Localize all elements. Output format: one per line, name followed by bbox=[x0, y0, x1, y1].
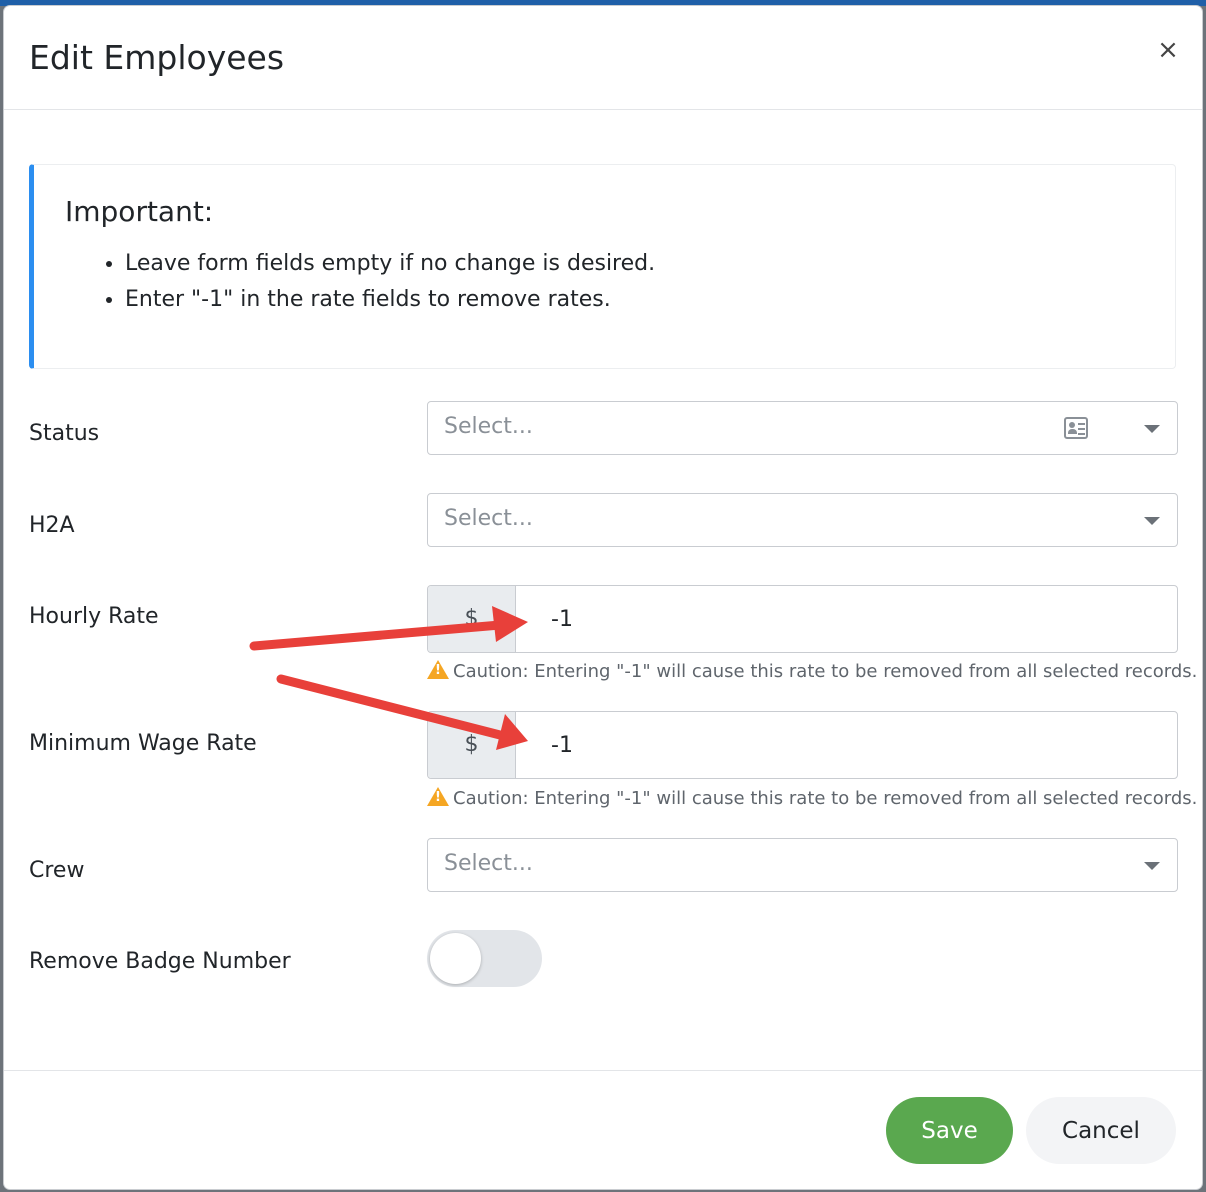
crew-placeholder: Select... bbox=[444, 851, 533, 876]
minimum-wage-rate-caution: ! Caution: Entering "-1" will cause this … bbox=[427, 787, 1197, 809]
modal-header: Edit Employees × bbox=[4, 6, 1202, 110]
important-callout: Important: Leave form fields empty if no… bbox=[29, 164, 1176, 369]
save-button[interactable]: Save bbox=[886, 1097, 1013, 1164]
callout-item: Enter "-1" in the rate fields to remove … bbox=[125, 286, 655, 322]
cancel-button[interactable]: Cancel bbox=[1026, 1097, 1176, 1164]
modal-footer-divider bbox=[4, 1070, 1202, 1071]
currency-addon: $ bbox=[428, 712, 516, 778]
hourly-rate-input[interactable] bbox=[515, 586, 1177, 652]
chevron-down-icon bbox=[1144, 862, 1160, 870]
caution-text: Caution: Entering "-1" will cause this r… bbox=[453, 661, 1198, 682]
crew-label: Crew bbox=[29, 858, 85, 883]
remove-badge-number-toggle[interactable] bbox=[427, 930, 542, 987]
h2a-label: H2A bbox=[29, 513, 75, 538]
warning-icon: ! bbox=[427, 660, 449, 680]
h2a-placeholder: Select... bbox=[444, 506, 533, 531]
status-placeholder: Select... bbox=[444, 414, 533, 439]
status-label: Status bbox=[29, 421, 100, 446]
callout-list: Leave form fields empty if no change is … bbox=[99, 250, 655, 322]
hourly-rate-label: Hourly Rate bbox=[29, 604, 159, 629]
currency-addon: $ bbox=[428, 586, 516, 652]
edit-employees-modal: Edit Employees × Important: Leave form f… bbox=[4, 6, 1202, 1189]
minimum-wage-rate-input[interactable] bbox=[515, 712, 1177, 778]
modal-title: Edit Employees bbox=[29, 38, 285, 77]
contact-card-icon bbox=[1064, 417, 1088, 439]
chevron-down-icon bbox=[1144, 517, 1160, 525]
minimum-wage-rate-label: Minimum Wage Rate bbox=[29, 731, 257, 756]
minimum-wage-rate-input-group: $ bbox=[427, 711, 1178, 779]
callout-item: Leave form fields empty if no change is … bbox=[125, 250, 655, 286]
chevron-down-icon bbox=[1144, 425, 1160, 433]
remove-badge-number-label: Remove Badge Number bbox=[29, 949, 291, 974]
warning-icon: ! bbox=[427, 787, 449, 807]
crew-select[interactable]: Select... bbox=[427, 838, 1178, 892]
toggle-knob bbox=[430, 933, 481, 984]
hourly-rate-input-group: $ bbox=[427, 585, 1178, 653]
hourly-rate-caution: ! Caution: Entering "-1" will cause this … bbox=[427, 660, 1197, 682]
close-icon[interactable]: × bbox=[1154, 36, 1182, 64]
callout-title: Important: bbox=[65, 195, 214, 228]
status-select[interactable]: Select... bbox=[427, 401, 1178, 455]
caution-text: Caution: Entering "-1" will cause this r… bbox=[453, 788, 1198, 809]
h2a-select[interactable]: Select... bbox=[427, 493, 1178, 547]
